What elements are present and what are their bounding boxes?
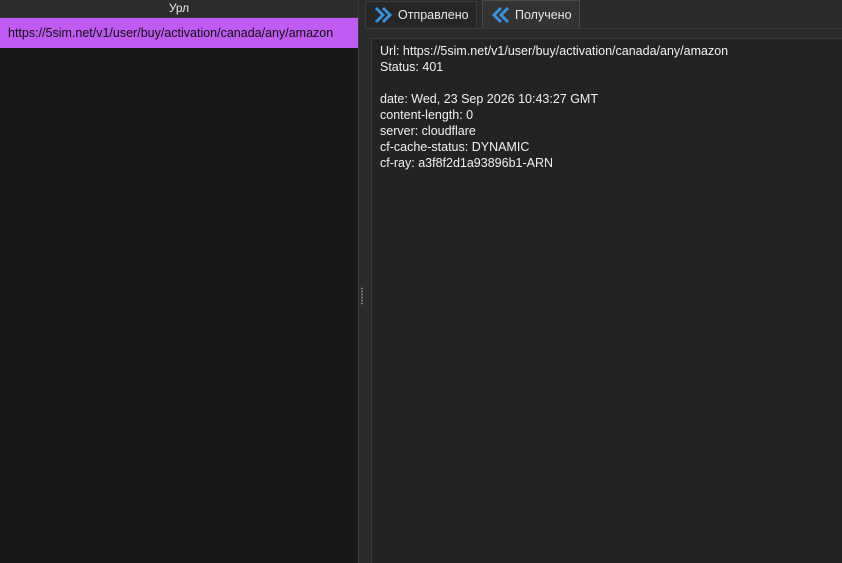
tab-sent-label: Отправлено: [398, 7, 469, 22]
splitter-grip-icon: [361, 287, 363, 305]
tab-sent[interactable]: Отправлено: [365, 1, 477, 27]
app-window: Урл https://5sim.net/v1/user/buy/activat…: [0, 0, 842, 563]
response-url: Url: https://5sim.net/v1/user/buy/activa…: [380, 44, 729, 58]
request-list-panel: Урл https://5sim.net/v1/user/buy/activat…: [0, 0, 358, 563]
response-status: Status: 401: [380, 60, 444, 74]
double-chevron-left-icon: [491, 6, 511, 24]
response-header-line: content-length: 0: [380, 108, 474, 122]
tab-received-label: Получено: [515, 7, 572, 22]
list-item[interactable]: https://5sim.net/v1/user/buy/activation/…: [0, 18, 358, 48]
double-chevron-right-icon: [374, 6, 394, 24]
response-header-line: cf-ray: a3f8f2d1a93896b1-ARN: [380, 156, 554, 170]
response-header-line: server: cloudflare: [380, 124, 476, 138]
tab-bar: Отправлено Получено: [365, 0, 842, 29]
response-header-line: cf-cache-status: DYNAMIC: [380, 140, 530, 154]
details-panel: Отправлено Получено Url: https://5sim.ne…: [365, 0, 842, 563]
column-header-url[interactable]: Урл: [0, 0, 358, 18]
response-header-line: date: Wed, 23 Sep 2026 10:43:27 GMT: [380, 92, 598, 106]
tab-received[interactable]: Получено: [482, 0, 580, 28]
panel-splitter[interactable]: [358, 0, 365, 563]
response-text-view[interactable]: Url: https://5sim.net/v1/user/buy/activa…: [371, 38, 842, 563]
